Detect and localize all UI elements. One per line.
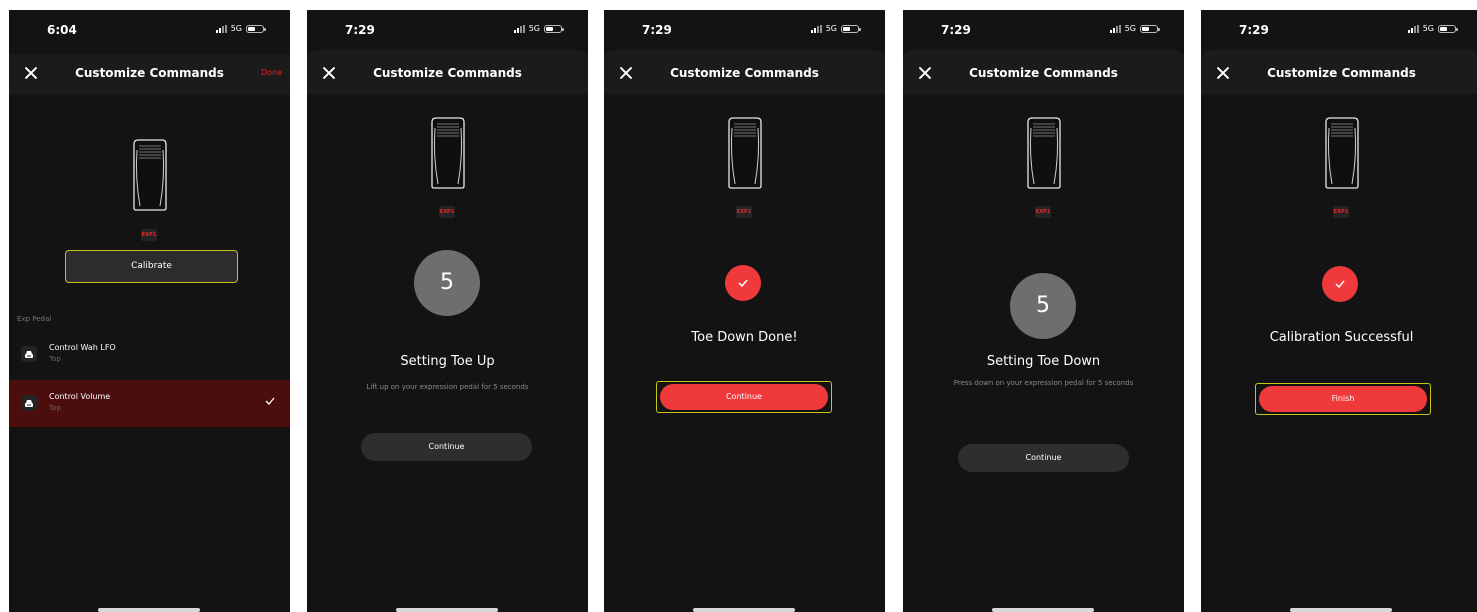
- status-heading: Setting Toe Down: [986, 354, 1101, 369]
- nav-bar: Customize Commands: [903, 50, 1184, 94]
- expression-pedal-image: [1025, 116, 1063, 190]
- battery-icon: [841, 24, 861, 33]
- list-item-title: Control Volume: [49, 392, 111, 401]
- continue-button[interactable]: Continue: [361, 433, 532, 461]
- status-icons: 5G: [215, 24, 266, 33]
- nav-bar: Customize Commands: [307, 50, 588, 94]
- page-title: Customize Commands: [75, 66, 224, 80]
- pedal-command-icon: [21, 395, 37, 411]
- network-label: 5G: [1124, 24, 1136, 33]
- home-indicator: [1290, 608, 1392, 612]
- success-check-icon: [725, 265, 761, 301]
- network-label: 5G: [528, 24, 540, 33]
- home-indicator: [98, 608, 200, 612]
- expression-pedal-image: [726, 116, 764, 190]
- status-time: 7:29: [345, 23, 375, 37]
- signal-icon: [810, 24, 822, 33]
- status-bar: 7:29 5G: [903, 10, 1184, 54]
- page-title: Customize Commands: [1267, 66, 1416, 80]
- exp1-badge: EXP1: [1035, 206, 1051, 218]
- list-item-title: Control Wah LFO: [49, 343, 116, 352]
- continue-button-highlight: Continue: [656, 381, 832, 413]
- nav-bar: Customize Commands Done: [9, 54, 290, 94]
- continue-button[interactable]: Continue: [958, 444, 1129, 472]
- done-button[interactable]: Done: [261, 68, 282, 77]
- list-item-control-volume[interactable]: Control Volume Top: [9, 380, 290, 427]
- status-heading: Calibration Successful: [1269, 330, 1414, 345]
- network-label: 5G: [1422, 24, 1434, 33]
- status-bar: 7:29 5G: [307, 10, 588, 54]
- status-time: 6:04: [47, 23, 77, 37]
- calibrate-button[interactable]: Calibrate: [65, 250, 238, 283]
- countdown-circle: 5: [414, 250, 480, 316]
- finish-button-highlight: Finish: [1255, 383, 1431, 415]
- instruction-text: Lift up on your expression pedal for 5 s…: [366, 383, 529, 391]
- section-label: Exp Pedal: [17, 315, 52, 323]
- expression-pedal-image: [131, 138, 169, 212]
- network-label: 5G: [230, 24, 242, 33]
- status-bar: 7:29 5G: [604, 10, 885, 54]
- signal-icon: [513, 24, 525, 33]
- screen-calibration-successful: 7:29 5G Customize Commands EXP1 Calibrat…: [1201, 10, 1477, 612]
- pedal-command-icon: [21, 346, 37, 362]
- instruction-text: Press down on your expression pedal for …: [953, 379, 1134, 387]
- status-time: 7:29: [941, 23, 971, 37]
- expression-pedal-image: [429, 116, 467, 190]
- page-title: Customize Commands: [969, 66, 1118, 80]
- status-heading: Toe Down Done!: [691, 330, 798, 345]
- status-time: 7:29: [1239, 23, 1269, 37]
- status-heading: Setting Toe Up: [400, 354, 495, 369]
- battery-icon: [544, 24, 564, 33]
- screen-setting-toe-up: 7:29 5G Customize Commands EXP1 5 Settin…: [307, 10, 588, 612]
- success-check-icon: [1322, 266, 1358, 302]
- network-label: 5G: [825, 24, 837, 33]
- screen-setting-toe-down: 7:29 5G Customize Commands EXP1 5 Settin…: [903, 10, 1184, 612]
- status-icons: 5G: [513, 24, 564, 33]
- home-indicator: [992, 608, 1094, 612]
- list-item-subtitle: Top: [49, 404, 61, 412]
- status-bar: 7:29 5G: [1201, 10, 1477, 54]
- nav-bar: Customize Commands: [604, 50, 885, 94]
- home-indicator: [396, 608, 498, 612]
- battery-icon: [246, 24, 266, 33]
- battery-icon: [1140, 24, 1160, 33]
- countdown-circle: 5: [1010, 273, 1076, 339]
- list-item-control-wah-lfo[interactable]: Control Wah LFO Top: [9, 331, 290, 378]
- nav-bar: Customize Commands: [1201, 50, 1477, 94]
- screen-toe-down-done: 7:29 5G Customize Commands EXP1 Toe Down…: [604, 10, 885, 612]
- checkmark-icon: [265, 397, 275, 405]
- continue-button[interactable]: Continue: [660, 384, 828, 410]
- list-item-subtitle: Top: [49, 355, 61, 363]
- status-bar: 6:04 5G: [9, 10, 290, 54]
- status-icons: 5G: [1407, 24, 1458, 33]
- page-title: Customize Commands: [373, 66, 522, 80]
- status-icons: 5G: [1109, 24, 1160, 33]
- exp1-badge: EXP1: [439, 206, 455, 218]
- page-title: Customize Commands: [670, 66, 819, 80]
- status-time: 7:29: [642, 23, 672, 37]
- signal-icon: [1407, 24, 1419, 33]
- home-indicator: [693, 608, 795, 612]
- exp1-badge: EXP1: [141, 229, 157, 241]
- exp1-badge: EXP1: [736, 206, 752, 218]
- battery-icon: [1438, 24, 1458, 33]
- signal-icon: [215, 24, 227, 33]
- exp1-badge: EXP1: [1333, 206, 1349, 218]
- finish-button[interactable]: Finish: [1259, 386, 1427, 412]
- screen-customize-commands: 6:04 5G Customize Commands Done EXP1 Cal…: [9, 10, 290, 612]
- signal-icon: [1109, 24, 1121, 33]
- expression-pedal-image: [1323, 116, 1361, 190]
- status-icons: 5G: [810, 24, 861, 33]
